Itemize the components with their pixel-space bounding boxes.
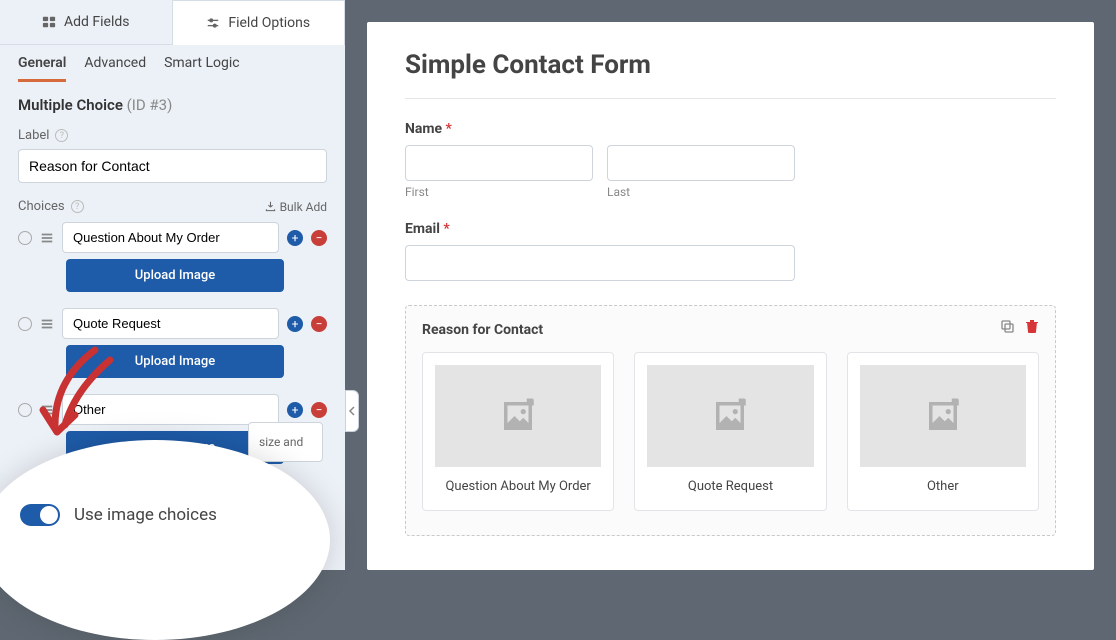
image-choice-label: Question About My Order bbox=[435, 479, 601, 494]
duplicate-icon[interactable] bbox=[999, 318, 1015, 334]
image-placeholder-icon bbox=[709, 395, 751, 437]
sub-tab-general[interactable]: General bbox=[18, 55, 66, 82]
download-icon bbox=[265, 201, 276, 212]
chevron-left-icon bbox=[348, 406, 356, 416]
choice-add-button[interactable]: + bbox=[287, 316, 303, 332]
drag-handle-icon[interactable] bbox=[40, 403, 54, 417]
tab-add-fields[interactable]: Add Fields bbox=[0, 0, 172, 44]
choice-row: + − bbox=[18, 394, 327, 425]
image-placeholder bbox=[860, 365, 1026, 467]
sub-tab-smart-logic[interactable]: Smart Logic bbox=[164, 55, 239, 82]
sub-tab-advanced[interactable]: Advanced bbox=[84, 55, 146, 82]
add-fields-icon bbox=[42, 15, 56, 29]
image-placeholder bbox=[647, 365, 813, 467]
drag-handle-icon[interactable] bbox=[40, 317, 54, 331]
use-image-choices-toggle[interactable] bbox=[20, 504, 60, 526]
email-label: Email * bbox=[405, 221, 1056, 237]
last-name-input[interactable] bbox=[607, 145, 795, 181]
callout-use-image-choices: Use image choices bbox=[0, 440, 330, 640]
first-name-input[interactable] bbox=[405, 145, 593, 181]
choice-input[interactable] bbox=[62, 222, 279, 253]
image-choice-label: Quote Request bbox=[647, 479, 813, 494]
image-placeholder bbox=[435, 365, 601, 467]
choice-add-button[interactable]: + bbox=[287, 230, 303, 246]
help-icon[interactable]: ? bbox=[71, 200, 84, 213]
drag-handle-icon[interactable] bbox=[40, 231, 54, 245]
last-sub-label: Last bbox=[607, 185, 795, 199]
selected-field-reason[interactable]: Reason for Contact Question About My Ord… bbox=[405, 305, 1056, 536]
label-label: Label bbox=[18, 128, 49, 143]
sub-tabs: General Advanced Smart Logic bbox=[0, 45, 345, 82]
choice-add-button[interactable]: + bbox=[287, 402, 303, 418]
field-id: (ID #3) bbox=[127, 96, 173, 114]
reason-field-label: Reason for Contact bbox=[422, 322, 1039, 338]
image-placeholder-icon bbox=[497, 395, 539, 437]
choice-input[interactable] bbox=[62, 308, 279, 339]
choice-default-radio[interactable] bbox=[18, 317, 32, 331]
upload-image-button[interactable]: Upload Image bbox=[66, 345, 284, 378]
choice-delete-button[interactable]: − bbox=[311, 230, 327, 246]
trash-icon[interactable] bbox=[1025, 318, 1039, 334]
tab-field-options[interactable]: Field Options bbox=[172, 0, 346, 45]
choices-label: Choices bbox=[18, 199, 65, 214]
choice-default-radio[interactable] bbox=[18, 231, 32, 245]
sidebar-tabs: Add Fields Field Options bbox=[0, 0, 345, 45]
email-input[interactable] bbox=[405, 245, 795, 281]
field-heading: Multiple Choice (ID #3) bbox=[18, 96, 327, 114]
choice-input[interactable] bbox=[62, 394, 279, 425]
choice-row: + − bbox=[18, 222, 327, 253]
bulk-add-button[interactable]: Bulk Add bbox=[265, 200, 327, 214]
divider bbox=[405, 98, 1056, 99]
form-title: Simple Contact Form bbox=[405, 50, 1056, 80]
use-image-choices-label: Use image choices bbox=[74, 505, 217, 525]
sidebar-collapse-button[interactable] bbox=[345, 390, 359, 432]
choice-row: + − bbox=[18, 308, 327, 339]
hint-text-fragment: size and bbox=[248, 422, 323, 462]
label-input[interactable] bbox=[18, 149, 327, 183]
image-choice-label: Other bbox=[860, 479, 1026, 494]
choice-delete-button[interactable]: − bbox=[311, 316, 327, 332]
first-sub-label: First bbox=[405, 185, 593, 199]
tab-add-fields-label: Add Fields bbox=[64, 14, 130, 30]
name-label: Name * bbox=[405, 121, 1056, 137]
field-type: Multiple Choice bbox=[18, 96, 123, 114]
image-choice-option[interactable]: Other bbox=[847, 352, 1039, 511]
image-choice-option[interactable]: Quote Request bbox=[634, 352, 826, 511]
upload-image-button[interactable]: Upload Image bbox=[66, 259, 284, 292]
choice-delete-button[interactable]: − bbox=[311, 402, 327, 418]
form-canvas: Simple Contact Form Name * First Last Em… bbox=[367, 22, 1094, 570]
tab-field-options-label: Field Options bbox=[228, 15, 310, 31]
choice-default-radio[interactable] bbox=[18, 403, 32, 417]
sliders-icon bbox=[206, 16, 220, 30]
image-choice-option[interactable]: Question About My Order bbox=[422, 352, 614, 511]
image-placeholder-icon bbox=[922, 395, 964, 437]
bulk-add-label: Bulk Add bbox=[280, 200, 327, 214]
help-icon[interactable]: ? bbox=[55, 129, 68, 142]
